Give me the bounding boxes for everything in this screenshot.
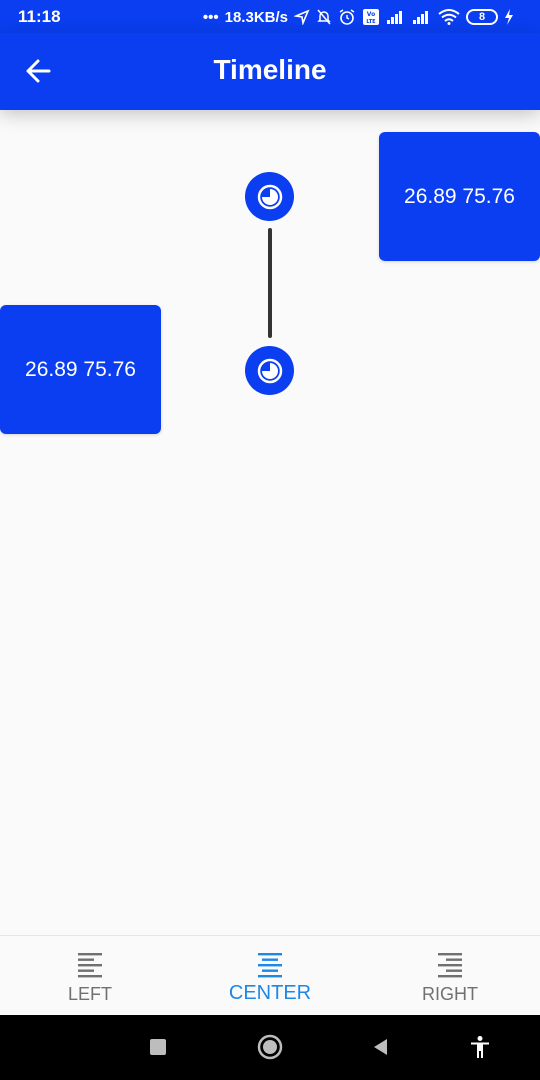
signal-icon — [413, 11, 428, 24]
charging-icon — [505, 9, 513, 25]
status-bar: 11:18 ••• 18.3KB/s Vo LTE 8 — [0, 0, 540, 33]
svg-text:Vo: Vo — [367, 11, 375, 18]
mute-icon — [317, 9, 331, 25]
align-center-icon — [258, 953, 282, 978]
home-icon — [257, 1034, 283, 1060]
nav-item-right[interactable]: RIGHT — [360, 936, 540, 1016]
clock-icon — [257, 358, 282, 383]
recents-button[interactable] — [143, 1032, 173, 1062]
status-icons: ••• 18.3KB/s Vo LTE 8 — [203, 6, 514, 28]
back-nav-button[interactable] — [366, 1032, 396, 1062]
timeline-node — [245, 172, 294, 221]
timeline-card-right: 26.89 75.76 — [379, 132, 540, 261]
timeline: 26.89 75.76 26.89 75.76 — [0, 110, 540, 935]
timeline-node — [245, 346, 294, 395]
nav-item-center[interactable]: CENTER — [180, 936, 360, 1016]
align-right-icon — [438, 953, 462, 978]
more-dots-icon: ••• — [202, 8, 219, 26]
wifi-icon — [438, 9, 460, 25]
nav-label-left: LEFT — [67, 984, 112, 1004]
recents-icon — [150, 1039, 166, 1055]
system-nav-bar — [0, 1015, 540, 1080]
nav-label-center: CENTER — [228, 982, 312, 1004]
battery-icon: 8 — [466, 9, 498, 25]
signal-icon — [387, 11, 402, 24]
clock-icon — [257, 184, 282, 209]
app-bar: Timeline — [0, 33, 540, 110]
alarm-icon — [339, 9, 355, 25]
timeline-connector — [268, 228, 272, 338]
network-speed: 18.3KB/s — [224, 8, 288, 26]
back-icon — [374, 1039, 387, 1055]
accessibility-button[interactable] — [465, 1032, 495, 1062]
page-title: Timeline — [213, 54, 327, 85]
svg-text:LTE: LTE — [366, 19, 376, 25]
bottom-nav: LEFT CENTER RIGHT — [0, 935, 540, 1015]
volte-icon: VoLTE — [363, 9, 379, 25]
accessibility-icon — [471, 1036, 489, 1058]
timeline-card-left: 26.89 75.76 — [0, 305, 161, 434]
align-left-icon — [78, 953, 102, 978]
nav-item-left[interactable]: LEFT — [0, 936, 180, 1016]
nav-label-right: RIGHT — [422, 984, 478, 1004]
home-button[interactable] — [255, 1032, 285, 1062]
location-icon — [294, 9, 310, 25]
status-time: 11:18 — [18, 7, 61, 26]
